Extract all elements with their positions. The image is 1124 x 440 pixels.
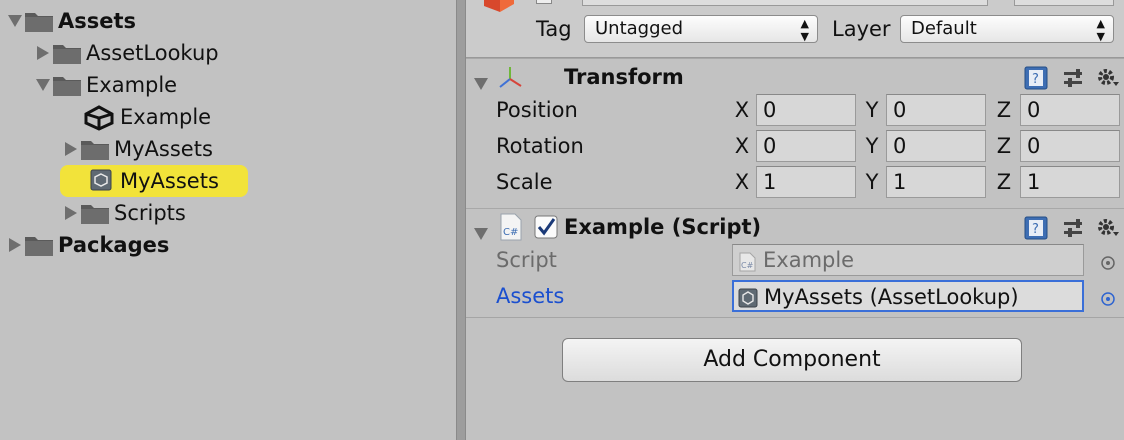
scriptable-object-icon <box>738 286 758 316</box>
axis-x-label[interactable]: X <box>732 128 752 164</box>
tag-value: Untagged <box>595 18 684 39</box>
object-picker-icon[interactable] <box>1100 288 1116 306</box>
script-component-header[interactable]: C# Example (Script) ? <box>466 208 1124 244</box>
folder-icon <box>80 137 110 161</box>
position-y-field[interactable]: 0 <box>886 94 986 126</box>
tree-item-packages[interactable]: Packages <box>6 229 169 261</box>
axis-y-label[interactable]: Y <box>862 128 882 164</box>
tree-item-example-folder[interactable]: Example <box>34 69 177 101</box>
chevron-right-icon[interactable] <box>34 43 52 63</box>
script-field: C# Example <box>732 244 1084 276</box>
object-picker-icon[interactable] <box>1100 252 1116 270</box>
chevron-right-icon[interactable] <box>62 139 80 159</box>
axis-y-label[interactable]: Y <box>862 92 882 128</box>
tag-dropdown[interactable]: Untagged ▲ ▼ <box>584 15 818 43</box>
rotation-z-field[interactable]: 0 <box>1020 130 1120 162</box>
tree-item-label: Assets <box>58 9 137 33</box>
tree-item-assets[interactable]: Assets <box>6 5 136 37</box>
inspector-panel: Tag Untagged ▲ ▼ Layer Default ▲ ▼ Transfo… <box>466 0 1124 440</box>
layer-value: Default <box>911 18 977 39</box>
script-label: Script <box>496 248 557 272</box>
csharp-script-icon: C# <box>739 250 757 280</box>
foldout-down-icon[interactable] <box>474 71 488 95</box>
gear-icon[interactable] <box>1096 216 1120 245</box>
axis-z-label[interactable]: Z <box>994 128 1014 164</box>
rotation-x-field[interactable]: 0 <box>756 130 856 162</box>
position-z-field[interactable]: 0 <box>1020 94 1120 126</box>
script-value: Example <box>763 248 855 272</box>
transform-header[interactable]: Transform ? <box>466 58 1124 94</box>
assets-label: Assets <box>496 284 565 308</box>
tree-item-myassets-folder[interactable]: MyAssets <box>62 133 213 165</box>
tree-item-myassets-asset[interactable]: MyAssets <box>60 165 248 197</box>
help-book-icon[interactable]: ? <box>1024 66 1048 95</box>
name-field[interactable] <box>582 0 988 6</box>
tree-item-assetlookup[interactable]: AssetLookup <box>34 37 219 69</box>
layer-dropdown[interactable]: Default ▲ ▼ <box>900 15 1114 43</box>
folder-icon <box>24 9 54 33</box>
divider <box>466 317 1124 318</box>
preset-sliders-icon[interactable] <box>1062 216 1086 245</box>
project-panel: Assets AssetLookup Example Example MyAss… <box>0 0 456 440</box>
layer-label: Layer <box>832 17 891 41</box>
axis-z-label[interactable]: Z <box>994 92 1014 128</box>
chevron-down-icon[interactable] <box>6 11 24 31</box>
transform-title: Transform <box>564 65 684 89</box>
scale-label: Scale <box>496 170 553 194</box>
position-x-field[interactable]: 0 <box>756 94 856 126</box>
enabled-checkbox[interactable] <box>534 215 558 244</box>
tree-item-label: MyAssets <box>114 137 213 161</box>
static-dropdown[interactable] <box>1014 0 1114 6</box>
tag-label: Tag <box>536 17 572 41</box>
gameobject-header: Tag Untagged ▲ ▼ Layer Default ▲ ▼ <box>466 0 1124 58</box>
scale-y-field[interactable]: 1 <box>886 166 986 198</box>
panel-splitter[interactable] <box>456 0 466 440</box>
unity-scene-icon <box>84 105 116 131</box>
foldout-down-icon[interactable] <box>474 221 488 245</box>
assets-field[interactable]: MyAssets (AssetLookup) <box>732 280 1084 312</box>
folder-icon <box>52 41 82 65</box>
add-component-button[interactable]: Add Component <box>562 338 1022 382</box>
active-checkbox[interactable] <box>536 0 552 4</box>
position-label: Position <box>496 98 578 122</box>
gear-icon[interactable] <box>1096 66 1120 95</box>
chevron-right-icon[interactable] <box>62 203 80 223</box>
tree-item-label: AssetLookup <box>86 41 219 65</box>
svg-text:?: ? <box>1032 222 1039 237</box>
axis-x-label[interactable]: X <box>732 92 752 128</box>
script-component-title: Example (Script) <box>564 215 762 239</box>
rotation-y-field[interactable]: 0 <box>886 130 986 162</box>
tree-item-label: Packages <box>58 233 170 257</box>
chevron-right-icon[interactable] <box>6 235 24 255</box>
tree-item-label: Example <box>120 105 212 129</box>
transform-axes-icon <box>498 65 522 94</box>
updown-arrows-icon: ▲ ▼ <box>800 17 809 43</box>
gameobject-cube-icon <box>480 0 516 23</box>
folder-icon <box>52 73 82 97</box>
svg-text:?: ? <box>1032 72 1039 87</box>
chevron-down-icon[interactable] <box>34 75 52 95</box>
axis-y-label[interactable]: Y <box>862 164 882 200</box>
assets-value: MyAssets (AssetLookup) <box>764 285 1019 309</box>
updown-arrows-icon: ▲ ▼ <box>1096 17 1105 43</box>
scriptable-object-icon <box>90 169 116 193</box>
tree-item-label: MyAssets <box>120 169 219 193</box>
scale-z-field[interactable]: 1 <box>1020 166 1120 198</box>
svg-text:C#: C# <box>741 261 754 270</box>
tree-item-example-scene[interactable]: Example <box>84 101 211 133</box>
scale-x-field[interactable]: 1 <box>756 166 856 198</box>
help-book-icon[interactable]: ? <box>1024 216 1048 245</box>
preset-sliders-icon[interactable] <box>1062 66 1086 95</box>
tree-item-scripts[interactable]: Scripts <box>62 197 186 229</box>
folder-icon <box>80 201 110 225</box>
tree-item-label: Example <box>86 73 178 97</box>
tree-item-label: Scripts <box>114 201 186 225</box>
rotation-label: Rotation <box>496 134 584 158</box>
axis-z-label[interactable]: Z <box>994 164 1014 200</box>
axis-x-label[interactable]: X <box>732 164 752 200</box>
svg-text:C#: C# <box>503 227 518 238</box>
folder-icon <box>24 233 54 257</box>
